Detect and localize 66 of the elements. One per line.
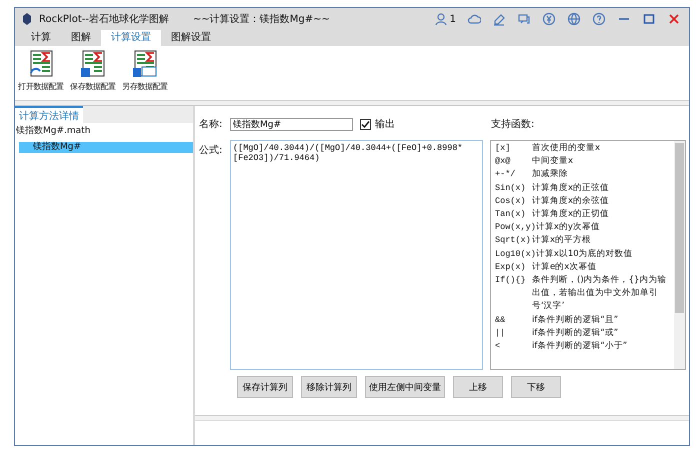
function-description: if条件判断的逻辑“或” <box>532 326 620 340</box>
help-icon[interactable] <box>592 12 606 26</box>
spreadsheet-sigma-icon <box>80 50 106 78</box>
function-symbol: Pow(x,y) <box>495 221 536 234</box>
function-symbol: && <box>495 314 506 327</box>
action-button[interactable]: 移除计算列 <box>301 376 357 398</box>
function-description: 计算角度x的余弦值 <box>532 194 610 208</box>
function-symbol: Tan(x) <box>495 208 527 222</box>
maximize-icon[interactable] <box>642 12 656 26</box>
function-symbol: [x] <box>495 142 512 155</box>
function-description: 中间变量x <box>532 155 574 168</box>
action-button[interactable]: 下移 <box>511 376 561 398</box>
function-description: if条件判断的逻辑“小于” <box>532 340 628 354</box>
function-description: 计算角度x的正切值 <box>532 208 610 222</box>
ribbon-button-label[interactable]: 打开数据配置 <box>18 81 64 92</box>
function-symbol: +-*/ <box>495 168 516 182</box>
output-checkbox[interactable] <box>360 118 371 130</box>
formula-input[interactable]: ([MgO]/40.3044)/([MgO]/40.3044+([FeO]+0.8998*[Fe2O3])/71.9464) <box>230 140 483 370</box>
globe-icon[interactable] <box>567 12 581 26</box>
function-symbol: If(){} <box>495 274 527 288</box>
cloud-icon[interactable] <box>467 12 481 26</box>
action-button[interactable]: 使用左侧中间变量 <box>365 376 445 398</box>
function-symbol: Sin(x) <box>495 182 527 195</box>
sidebar-tab[interactable]: 计算方法详情 <box>15 106 83 123</box>
function-symbol: Sqrt(x) <box>495 234 532 248</box>
function-description: if条件判断的逻辑“且” <box>532 314 620 327</box>
action-button[interactable]: 上移 <box>453 376 503 398</box>
function-symbol: Log10(x) <box>495 248 536 261</box>
function-symbol: Cos(x) <box>495 194 527 208</box>
output-label: 输出 <box>375 118 395 131</box>
name-input[interactable]: 镁指数Mg# <box>230 118 353 130</box>
function-description: 首次使用的变量x <box>532 142 602 155</box>
function-description: 计算x的y次幂值 <box>536 221 601 234</box>
function-description: 计算x的平方根 <box>532 234 592 248</box>
functions-label: 支持函数: <box>491 118 536 131</box>
action-button[interactable]: 保存计算列 <box>237 376 293 398</box>
scrollbar[interactable] <box>674 141 685 369</box>
function-symbol: @x@ <box>495 155 512 168</box>
yen-icon[interactable] <box>542 12 556 26</box>
menu-tab[interactable]: 图解 <box>61 30 101 46</box>
chat-icon[interactable] <box>517 12 531 26</box>
menu-tab[interactable]: 计算设置 <box>101 30 161 46</box>
tree-item[interactable]: 镁指数Mg# <box>19 142 193 153</box>
eraser-icon[interactable] <box>492 12 506 26</box>
window-title: RockPlot--岩石地球化学图解 <box>39 12 169 26</box>
menu-tab[interactable]: 图解设置 <box>161 30 221 46</box>
menu-tab[interactable]: 计算 <box>21 30 61 46</box>
spreadsheet-sigma-icon <box>28 50 54 78</box>
function-description: 计算e的x次幂值 <box>532 260 598 274</box>
app-logo-icon <box>23 13 31 25</box>
function-description: 计算x以10为底的对数值 <box>536 248 634 261</box>
file-name: 镁指数Mg#.math <box>15 124 92 138</box>
window-subtitle: ~~计算设置：镁指数Mg#~~ <box>192 12 330 26</box>
function-symbol: < <box>495 340 502 354</box>
ribbon-button-label[interactable]: 保存数据配置 <box>70 81 116 92</box>
user-icon[interactable] <box>434 12 448 26</box>
ribbon-button-label[interactable]: 另存数据配置 <box>122 81 168 92</box>
function-symbol: || <box>495 326 506 340</box>
function-symbol: Exp(x) <box>495 260 527 274</box>
spreadsheet-sigma-icon <box>132 50 158 78</box>
close-icon[interactable] <box>667 12 681 26</box>
user-count: 1 <box>450 14 456 24</box>
formula-label: 公式: <box>199 144 224 157</box>
name-label: 名称: <box>199 118 224 131</box>
function-description: 加减乘除 <box>532 168 569 182</box>
function-description: 计算角度x的正弦值 <box>532 182 610 195</box>
